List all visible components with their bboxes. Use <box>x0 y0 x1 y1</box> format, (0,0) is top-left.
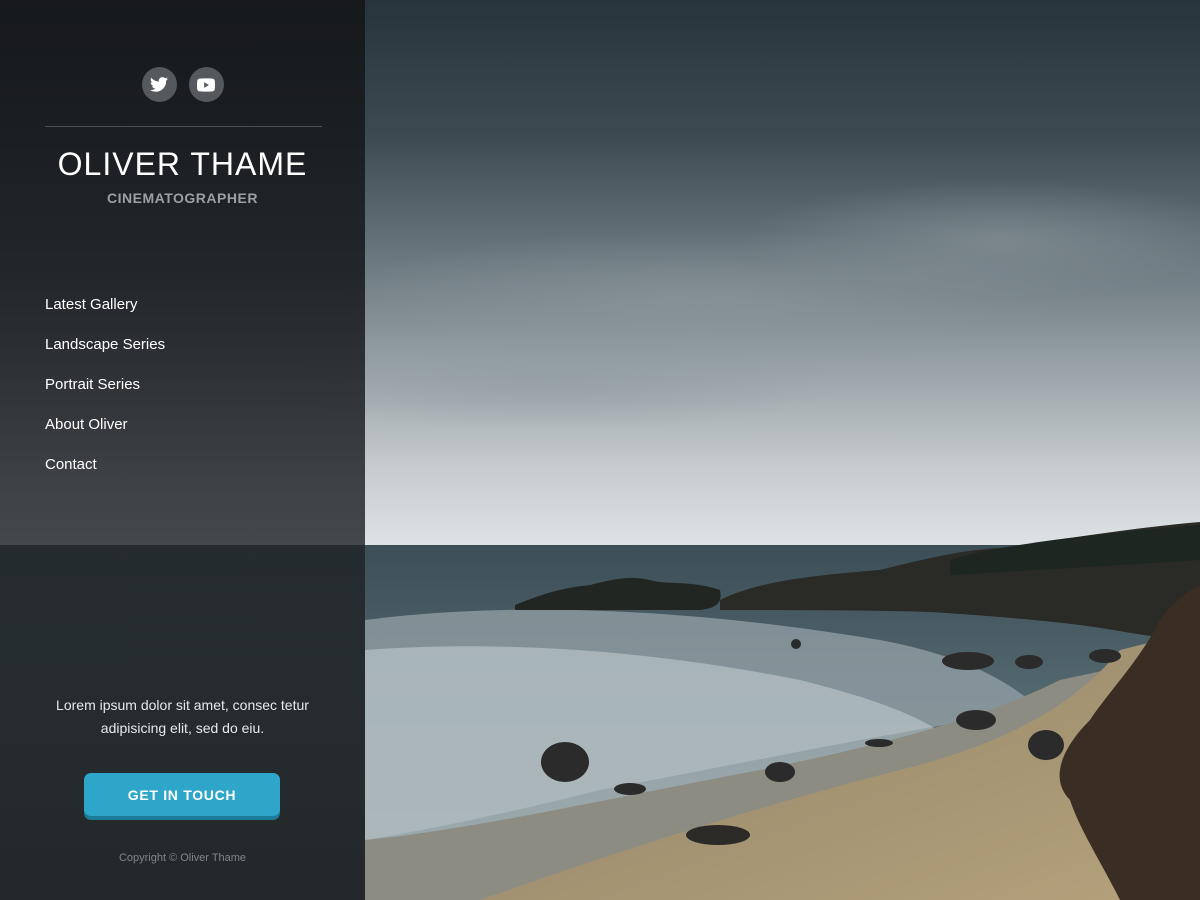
profile-name: OLIVER THAME <box>57 146 308 182</box>
sidebar: OLIVER THAME CINEMATOGRAPHER Latest Gall… <box>0 0 365 900</box>
page: OLIVER THAME CINEMATOGRAPHER Latest Gall… <box>0 0 1200 900</box>
youtube-button[interactable] <box>188 67 224 102</box>
twitter-icon <box>150 77 168 92</box>
intro-text: Lorem ipsum dolor sit amet, consec tetur… <box>56 697 309 736</box>
copyright-text: Copyright © Oliver Thame <box>118 852 247 864</box>
social-links <box>0 67 365 102</box>
youtube-icon <box>197 77 215 92</box>
nav-item-latest-gallery[interactable]: Latest Gallery <box>45 296 165 336</box>
profile-role: CINEMATOGRAPHER <box>107 190 258 206</box>
nav-item-about-oliver[interactable]: About Oliver <box>45 416 165 456</box>
nav-item-portrait-series[interactable]: Portrait Series <box>45 376 165 416</box>
get-in-touch-button[interactable]: GET IN TOUCH <box>84 773 280 816</box>
nav-item-contact[interactable]: Contact <box>45 456 165 496</box>
nav-item-landscape-series[interactable]: Landscape Series <box>45 336 165 376</box>
main-nav: Latest Gallery Landscape Series Portrait… <box>45 296 165 496</box>
twitter-button[interactable] <box>141 67 177 102</box>
header-divider <box>45 126 322 127</box>
